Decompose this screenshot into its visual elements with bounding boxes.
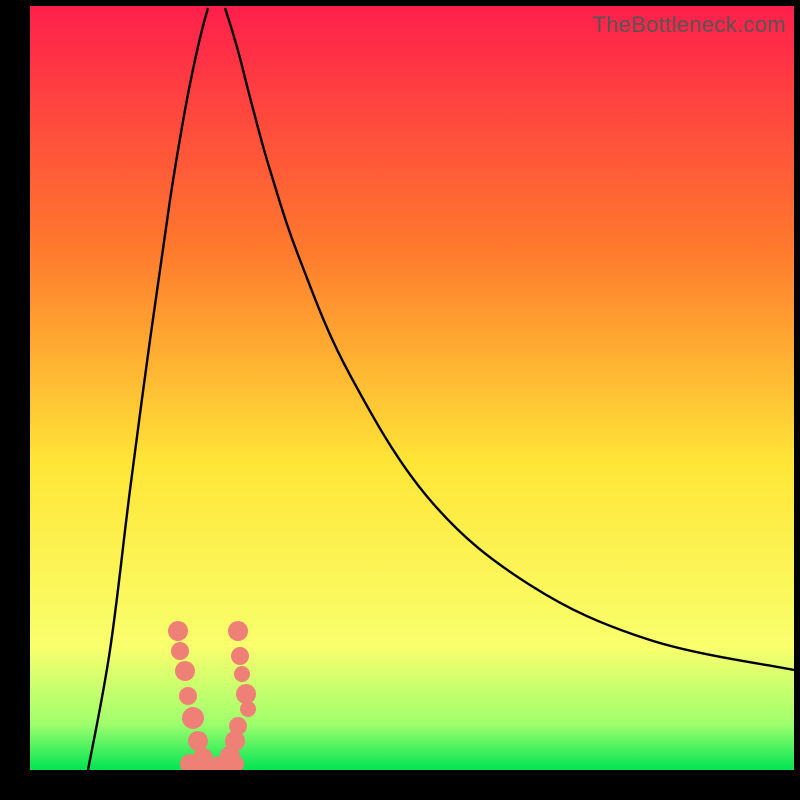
- data-marker: [240, 701, 256, 717]
- curve-left-branch: [88, 8, 208, 770]
- data-marker: [231, 647, 249, 665]
- chart-frame: TheBottleneck.com: [0, 0, 800, 800]
- marker-cluster: [168, 621, 256, 770]
- data-marker: [236, 684, 256, 704]
- curves-layer: [30, 6, 794, 770]
- data-marker: [182, 707, 204, 729]
- data-marker: [175, 661, 195, 681]
- data-marker: [228, 621, 248, 641]
- data-marker: [179, 687, 197, 705]
- curve-right-branch: [225, 8, 794, 670]
- data-marker: [234, 666, 250, 682]
- data-marker: [168, 621, 188, 641]
- data-marker: [171, 642, 189, 660]
- plot-area: TheBottleneck.com: [30, 6, 794, 770]
- watermark-text: TheBottleneck.com: [593, 12, 786, 38]
- data-marker: [188, 731, 208, 751]
